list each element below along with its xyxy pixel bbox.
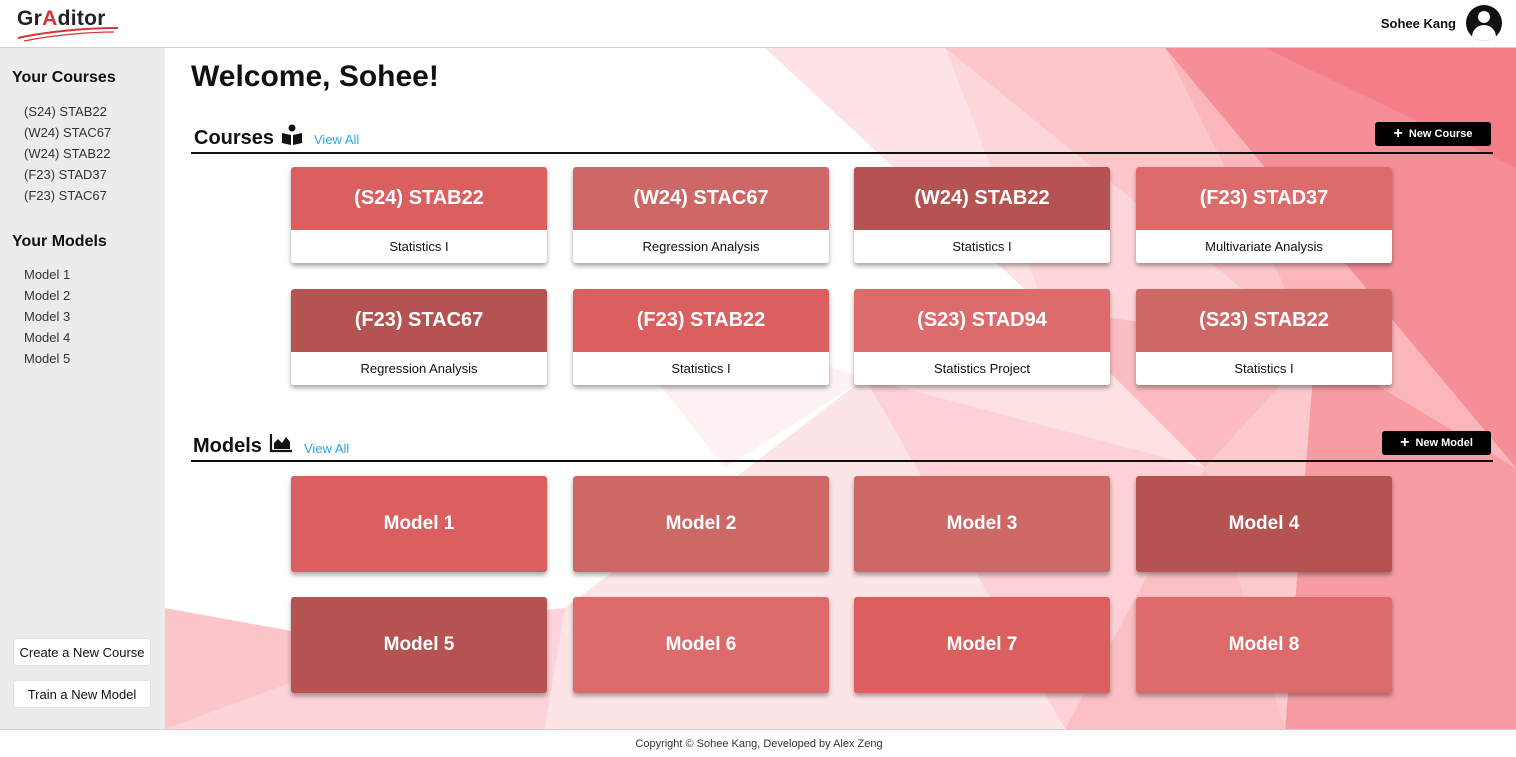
- create-new-course-button[interactable]: Create a New Course: [13, 638, 151, 666]
- your-models-heading: Your Models: [12, 233, 107, 250]
- model-card[interactable]: Model 8: [1136, 597, 1392, 693]
- course-name: Statistics I: [573, 352, 829, 385]
- user-avatar-icon[interactable]: [1466, 5, 1502, 41]
- course-name: Regression Analysis: [573, 230, 829, 263]
- models-divider: [191, 460, 1493, 462]
- user-name: Sohee Kang: [1380, 16, 1456, 31]
- sidebar: Your Courses (S24) STAB22 (W24) STAC67 (…: [0, 48, 165, 729]
- plus-icon: +: [1393, 125, 1403, 142]
- courses-section-title: Courses: [194, 124, 303, 152]
- new-course-label: New Course: [1408, 128, 1473, 140]
- sidebar-item-model[interactable]: Model 3: [24, 306, 70, 327]
- course-name: Statistics Project: [854, 352, 1110, 385]
- course-code: (W24) STAC67: [573, 167, 829, 230]
- main-content: Welcome, Sohee! Courses View All + New C…: [165, 48, 1516, 729]
- course-code: (F23) STAD37: [1136, 167, 1392, 230]
- sidebar-course-list: (S24) STAB22 (W24) STAC67 (W24) STAB22 (…: [24, 101, 111, 206]
- sidebar-item-model[interactable]: Model 5: [24, 348, 70, 369]
- sidebar-model-list: Model 1 Model 2 Model 3 Model 4 Model 5: [24, 264, 70, 369]
- course-code: (S24) STAB22: [291, 167, 547, 230]
- copyright-text: Copyright © Sohee Kang, Developed by Ale…: [635, 737, 883, 750]
- model-card[interactable]: Model 7: [854, 597, 1110, 693]
- train-new-model-button[interactable]: Train a New Model: [13, 680, 151, 708]
- sidebar-item-course[interactable]: (W24) STAB22: [24, 143, 111, 164]
- sidebar-item-model[interactable]: Model 4: [24, 327, 70, 348]
- model-card[interactable]: Model 4: [1136, 476, 1392, 572]
- course-card[interactable]: (S23) STAD94 Statistics Project: [854, 289, 1110, 385]
- new-course-button[interactable]: + New Course: [1375, 122, 1491, 146]
- course-code: (S23) STAB22: [1136, 289, 1392, 352]
- models-section-title: Models: [193, 433, 293, 459]
- course-name: Multivariate Analysis: [1136, 230, 1392, 263]
- course-name: Statistics I: [291, 230, 547, 263]
- logo-text: GrAditor: [17, 7, 106, 30]
- courses-title-text: Courses: [194, 126, 275, 149]
- course-code: (S23) STAD94: [854, 289, 1110, 352]
- courses-divider: [191, 152, 1493, 154]
- model-card[interactable]: Model 3: [854, 476, 1110, 572]
- course-card[interactable]: (S23) STAB22 Statistics I: [1136, 289, 1392, 385]
- book-reader-icon: [281, 124, 303, 152]
- sidebar-item-course[interactable]: (F23) STAC67: [24, 185, 111, 206]
- course-code: (F23) STAC67: [291, 289, 547, 352]
- course-card[interactable]: (W24) STAC67 Regression Analysis: [573, 167, 829, 263]
- dashboard: Welcome, Sohee! Courses View All + New C…: [165, 48, 1516, 729]
- footer: Copyright © Sohee Kang, Developed by Ale…: [0, 729, 1516, 757]
- model-card[interactable]: Model 6: [573, 597, 829, 693]
- your-courses-heading: Your Courses: [12, 69, 116, 86]
- course-card[interactable]: (F23) STAD37 Multivariate Analysis: [1136, 167, 1392, 263]
- plus-icon: +: [1400, 434, 1410, 451]
- model-card[interactable]: Model 1: [291, 476, 547, 572]
- model-card[interactable]: Model 2: [573, 476, 829, 572]
- page-title: Welcome, Sohee!: [191, 60, 439, 93]
- models-title-text: Models: [193, 434, 262, 457]
- course-code: (W24) STAB22: [854, 167, 1110, 230]
- course-name: Regression Analysis: [291, 352, 547, 385]
- area-chart-icon: [269, 433, 293, 459]
- course-card[interactable]: (F23) STAC67 Regression Analysis: [291, 289, 547, 385]
- course-card[interactable]: (S24) STAB22 Statistics I: [291, 167, 547, 263]
- graditor-logo[interactable]: GrAditor: [14, 4, 124, 44]
- top-header: GrAditor Sohee Kang: [0, 0, 1516, 48]
- sidebar-item-model[interactable]: Model 1: [24, 264, 70, 285]
- sidebar-item-course[interactable]: (W24) STAC67: [24, 122, 111, 143]
- new-model-label: New Model: [1415, 437, 1473, 449]
- model-card[interactable]: Model 5: [291, 597, 547, 693]
- models-view-all-link[interactable]: View All: [304, 441, 349, 456]
- course-name: Statistics I: [854, 230, 1110, 263]
- new-model-button[interactable]: + New Model: [1382, 431, 1491, 455]
- sidebar-item-model[interactable]: Model 2: [24, 285, 70, 306]
- sidebar-item-course[interactable]: (S24) STAB22: [24, 101, 111, 122]
- sidebar-item-course[interactable]: (F23) STAD37: [24, 164, 111, 185]
- course-code: (F23) STAB22: [573, 289, 829, 352]
- course-card[interactable]: (F23) STAB22 Statistics I: [573, 289, 829, 385]
- courses-view-all-link[interactable]: View All: [314, 132, 359, 147]
- course-card[interactable]: (W24) STAB22 Statistics I: [854, 167, 1110, 263]
- course-name: Statistics I: [1136, 352, 1392, 385]
